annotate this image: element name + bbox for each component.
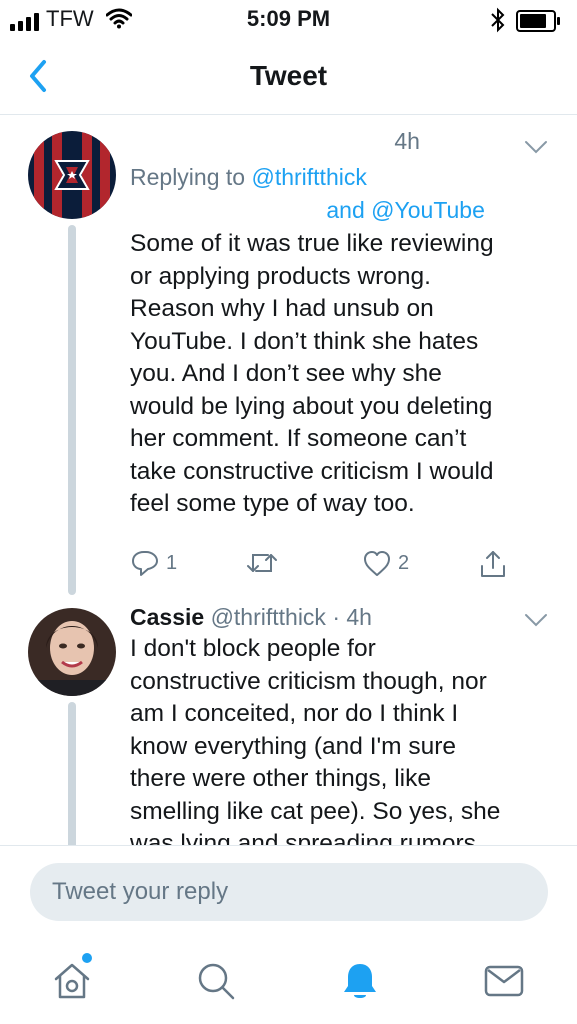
- replying-to-and: and: [326, 197, 365, 223]
- tweet-time: 4h: [394, 128, 420, 154]
- tweet-text-line: would be lying about you deleting: [130, 392, 493, 420]
- handle[interactable]: @thriftthick: [211, 604, 326, 630]
- tweet-text-line: I don't block people for: [130, 635, 376, 662]
- tweet-text-line: take constructive criticism I would: [130, 457, 494, 485]
- tweet-text-line: Some of it was true like reviewing: [130, 230, 494, 257]
- replying-to-handle[interactable]: @thriftthick: [251, 164, 366, 190]
- replying-to-youtube[interactable]: @YouTube: [371, 197, 485, 223]
- tweet-time: 4h: [346, 604, 372, 630]
- retweet-button[interactable]: [244, 549, 286, 577]
- notifications-icon[interactable]: [338, 959, 382, 1003]
- like-count: 2: [398, 551, 410, 574]
- avatar-image: [28, 131, 116, 219]
- share-icon: [481, 551, 505, 577]
- home-icon[interactable]: [50, 959, 94, 1003]
- messages-icon[interactable]: [482, 959, 526, 1003]
- bluetooth-icon: [491, 7, 505, 33]
- reply-icon: [132, 551, 158, 576]
- retweet-icon: [247, 554, 277, 572]
- tweet-text: I don't block people for constructive cr…: [130, 633, 550, 845]
- redacted-handle: [130, 202, 320, 221]
- tweet-reply-1[interactable]: 4h Replying to @thriftthick and @YouTube…: [0, 115, 577, 595]
- reply-button[interactable]: 1: [130, 549, 177, 577]
- tweet-reply-2[interactable]: Cassie @thriftthick · 4h I don't block p…: [0, 596, 577, 845]
- page-title: Tweet: [249, 60, 328, 91]
- like-button[interactable]: 2: [362, 549, 409, 577]
- status-bar: TFW 5:09 PM: [0, 0, 577, 40]
- tweet-reply-input[interactable]: [30, 863, 548, 921]
- avatar[interactable]: [28, 131, 116, 219]
- chevron-down-icon[interactable]: [523, 612, 549, 628]
- search-icon[interactable]: [194, 959, 238, 1003]
- thread-line: [68, 702, 76, 845]
- battery-icon: [516, 10, 560, 32]
- display-name[interactable]: Cassie: [130, 604, 204, 630]
- replying-to-label: Replying to: [130, 164, 246, 190]
- tweet-text-line: smelling like cat pee). So yes, she: [130, 797, 501, 825]
- share-button[interactable]: [478, 549, 508, 579]
- tweet-text-line: Reason why I had unsub on: [130, 295, 434, 322]
- tweet-header: Cassie @thriftthick · 4h: [130, 604, 550, 631]
- avatar-image: [28, 608, 116, 696]
- tweet-text-line: YouTube. I don’t think she hates: [130, 327, 479, 355]
- tweet-text: Some of it was true like reviewing or ap…: [130, 228, 550, 521]
- navigation-bar: Tweet: [0, 40, 577, 115]
- reply-composer: [0, 845, 577, 936]
- heart-icon: [364, 551, 390, 576]
- replying-to-line-2: and @YouTube: [130, 197, 550, 224]
- tweet-text-line: know everything (and I'm sure: [130, 732, 457, 760]
- chevron-down-icon[interactable]: [523, 139, 549, 155]
- tweet-text-line: feel some type of way too.: [130, 490, 415, 517]
- tweet-text-line: am I conceited, nor do I think I: [130, 700, 459, 727]
- tweet-header: 4h: [130, 128, 550, 158]
- tweet-actions: 1 2: [130, 549, 550, 579]
- tweet-text-line: you. And I don’t see why she: [130, 360, 442, 387]
- separator: ·: [332, 604, 340, 630]
- avatar[interactable]: [28, 608, 116, 696]
- home-notification-dot: [82, 953, 92, 963]
- tweet-text-line: there were other things, like: [130, 765, 431, 792]
- tweet-text-line: constructive criticism though, nor: [130, 667, 487, 695]
- tab-bar: [0, 935, 577, 1024]
- replying-to-line: Replying to @thriftthick: [130, 164, 550, 191]
- thread-line: [68, 225, 76, 595]
- redacted-name: [130, 133, 380, 152]
- tweet-text-line: was lying and spreading rumors: [130, 830, 476, 845]
- tweet-text-line: her comment. If someone can’t: [130, 425, 467, 452]
- reply-count: 1: [166, 551, 178, 574]
- tweet-text-line: or applying products wrong.: [130, 262, 431, 290]
